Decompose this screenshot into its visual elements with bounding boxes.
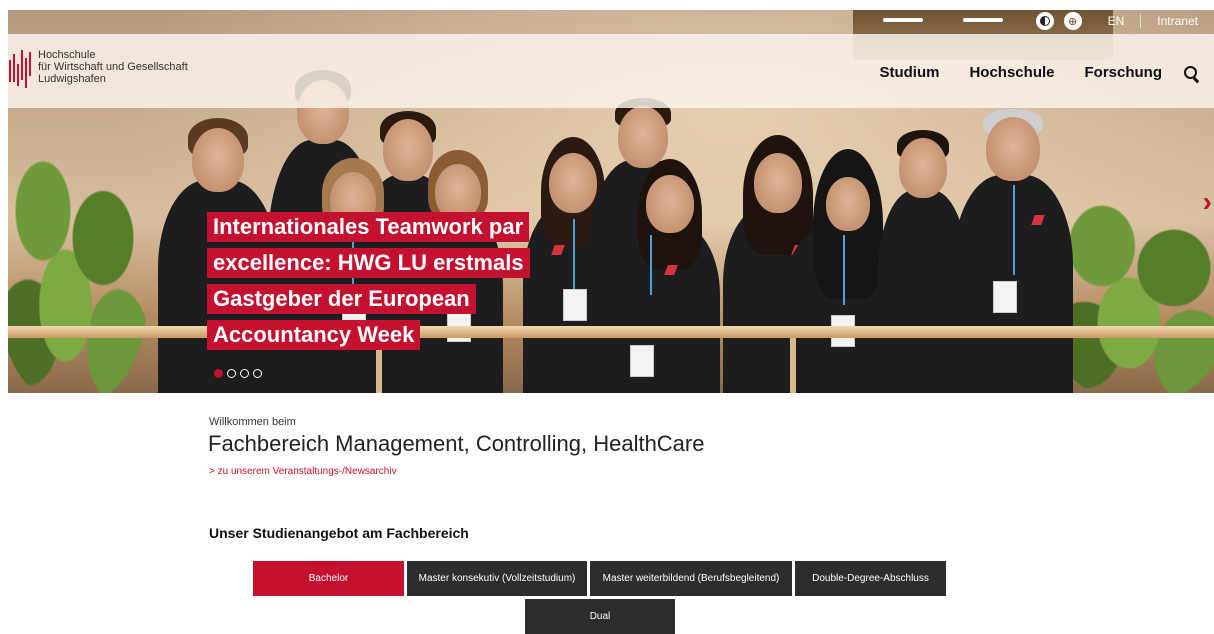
tab-master-weiterbildend[interactable]: Master weiterbildend (Berufsbegleitend) [590, 561, 792, 596]
slider-dots [214, 369, 262, 378]
headline-line: Accountancy Week [207, 320, 421, 350]
railing [8, 326, 1214, 338]
welcome-text: Willkommen beim [209, 416, 296, 428]
university-logo-mark [9, 50, 31, 88]
news-archive-link[interactable]: > zu unserem Veranstaltungs-/Newsarchiv [209, 466, 397, 477]
headline-line: Internationales Teamwork par [207, 212, 530, 242]
intranet-link[interactable]: Intranet [1157, 14, 1198, 28]
contrast-icon[interactable] [1035, 12, 1054, 30]
page-title: Fachbereich Management, Controlling, Hea… [208, 431, 705, 456]
hero-headline[interactable]: Internationales Teamwork par excellence:… [207, 212, 530, 356]
nav-item-hochschule[interactable]: Hochschule [969, 64, 1054, 81]
slider-dot[interactable] [227, 369, 236, 378]
logo-line: Hochschule [38, 49, 96, 61]
main-nav: Studium Hochschule Forschung [849, 64, 1198, 81]
header: Hochschule für Wirtschaft und Gesellscha… [8, 34, 1214, 108]
logo-line: Ludwigshafen [38, 73, 106, 85]
tab-bachelor[interactable]: Bachelor [253, 561, 404, 596]
search-icon[interactable] [1184, 65, 1198, 80]
headline-line: excellence: HWG LU erstmals [207, 248, 530, 278]
logo-text: Hochschule für Wirtschaft und Gesellscha… [38, 49, 188, 85]
utility-bar: ⊕ EN Intranet [1035, 10, 1198, 32]
logo-line: für Wirtschaft und Gesellschaft [38, 61, 188, 73]
tab-double-degree[interactable]: Double-Degree-Abschluss [795, 561, 946, 596]
nav-item-forschung[interactable]: Forschung [1085, 64, 1163, 81]
person [620, 159, 720, 393]
slider-dot[interactable] [214, 369, 223, 378]
slider-dot[interactable] [253, 369, 262, 378]
chevron-right-icon[interactable]: › [1203, 186, 1212, 218]
language-switch[interactable]: EN [1108, 14, 1125, 28]
university-logo[interactable]: Hochschule für Wirtschaft und Gesellscha… [8, 44, 188, 90]
person [953, 109, 1073, 393]
accessibility-icon[interactable]: ⊕ [1063, 12, 1082, 30]
section-title: Unser Studienangebot am Fachbereich [209, 525, 469, 541]
divider [1140, 14, 1142, 28]
headline-line: Gastgeber der European [207, 284, 476, 314]
tab-dual[interactable]: Dual [525, 599, 675, 634]
nav-item-studium[interactable]: Studium [879, 64, 939, 81]
slider-dot[interactable] [240, 369, 249, 378]
tab-master-konsekutiv[interactable]: Master konsekutiv (Vollzeitstudium) [407, 561, 587, 596]
